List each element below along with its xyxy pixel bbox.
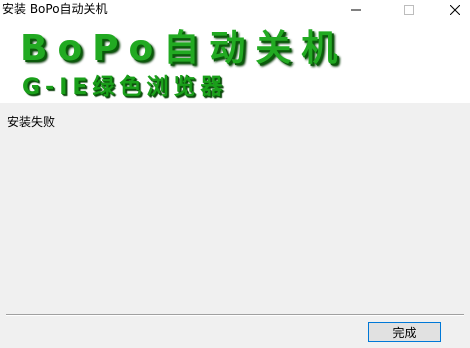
install-status-text: 安装失败: [7, 115, 56, 129]
minimize-button[interactable]: [333, 0, 379, 20]
header-banner: BoPo自动关机 G-IE绿色浏览器: [0, 20, 470, 103]
finish-button[interactable]: 完成: [368, 322, 441, 342]
maximize-button[interactable]: [386, 0, 432, 20]
title-bar: 安装 BoPo自动关机: [0, 0, 470, 20]
product-logo-subtitle: G-IE绿色浏览器: [22, 75, 228, 100]
close-button[interactable]: [432, 0, 470, 20]
window-title: 安装 BoPo自动关机: [2, 2, 108, 16]
maximize-icon: [404, 5, 414, 15]
product-logo-title: BoPo自动关机: [20, 28, 348, 69]
close-icon: [450, 5, 460, 15]
footer-divider: [6, 314, 464, 316]
minimize-icon: [351, 9, 361, 11]
